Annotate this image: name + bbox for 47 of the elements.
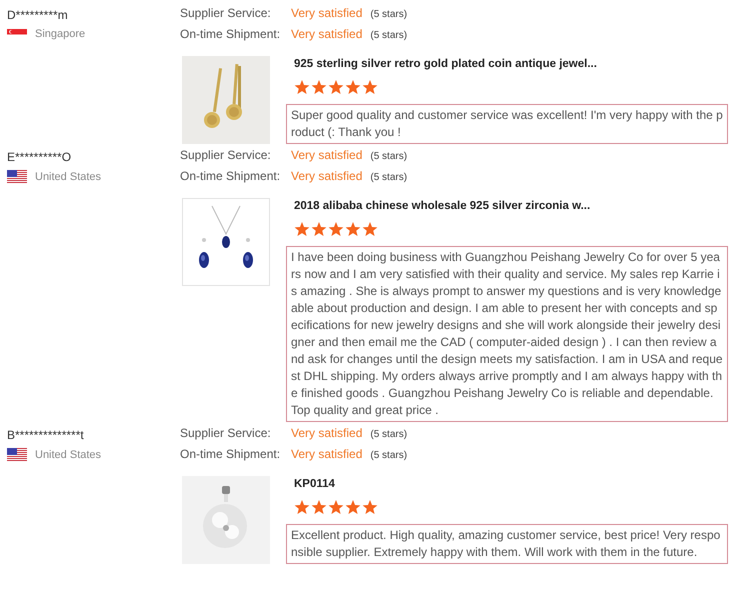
country-name: Singapore [35, 28, 86, 40]
review-comment: Excellent product. High quality, amazing customer service, best price! Very responsible supplier. Extremely happy with them. Will work with them in the future. [286, 524, 728, 564]
rating-label: On-time Shipment: [180, 447, 282, 461]
star-icon [311, 222, 327, 237]
star-icon [294, 80, 310, 95]
star-icon [294, 500, 310, 515]
rating-value: Very satisfied [291, 426, 362, 440]
star-icon [362, 500, 378, 515]
country-name: United States [35, 449, 102, 461]
rating-label: Supplier Service: [180, 6, 272, 20]
product-title[interactable]: KP0114 [294, 478, 378, 490]
star-icon [362, 222, 378, 237]
rating-value: Very satisfied [291, 6, 362, 20]
rating-label: On-time Shipment: [180, 27, 282, 41]
star-icon [362, 80, 378, 95]
flag-icon [7, 170, 27, 184]
rating-label: On-time Shipment: [180, 169, 282, 183]
star-icon [345, 80, 361, 95]
review-comment: I have been doing business with Guangzhou Peishang Jewelry Co for over 5 years now and I am very satisfied with their quality and service. My sales rep Karrie is amazing . She is always prompt to answer my questions and is very knowledgeable about production and design. I am able to present her with concepts and specifications for new jewelry designs and she will work alongside their jewelry designer and then email me the CAD ( computer-aided design ) . I can then review and ask for changes until the design meets my satisfaction. I am in USA and request DHL shipping. My orders always arrive promptly and I am always happy with the finished goods . Guangzhou Peishang Jewelry Co is reliable and dependable. Top quality and great price . [286, 246, 728, 422]
rating-stars-text: (5 stars) [370, 172, 408, 183]
rating-value: Very satisfied [291, 447, 362, 461]
rating-label: Supplier Service: [180, 426, 272, 440]
star-icon [328, 222, 344, 237]
rating-stars-text: (5 stars) [370, 151, 408, 162]
product-title[interactable]: 925 sterling silver retro gold plated coin antique jewel... [294, 58, 597, 70]
rating-value: Very satisfied [291, 169, 362, 183]
rating-stars-text: (5 stars) [370, 9, 408, 20]
star-icon [311, 500, 327, 515]
star-icon [311, 80, 327, 95]
star-icon [294, 222, 310, 237]
rating-value: Very satisfied [291, 148, 362, 162]
rating-label: Supplier Service: [180, 148, 272, 162]
reviewer-name: B**************t [7, 428, 85, 442]
rating-stars-text: (5 stars) [370, 30, 408, 41]
rating-value: Very satisfied [291, 27, 362, 41]
star-icon [345, 222, 361, 237]
reviewer-name: E**********O [7, 150, 72, 164]
reviewer-name: D*********m [7, 8, 69, 22]
star-icon [328, 80, 344, 95]
product-title[interactable]: 2018 alibaba chinese wholesale 925 silver zirconia w... [294, 200, 590, 212]
rating-stars-text: (5 stars) [370, 450, 408, 461]
rating-stars-text: (5 stars) [370, 429, 408, 440]
country-name: United States [35, 171, 102, 183]
star-icon [328, 500, 344, 515]
star-icon [345, 500, 361, 515]
flag-icon [7, 448, 27, 462]
review-comment: Super good quality and customer service was excellent! I'm very happy with the product (: Thank you ! [286, 104, 728, 144]
